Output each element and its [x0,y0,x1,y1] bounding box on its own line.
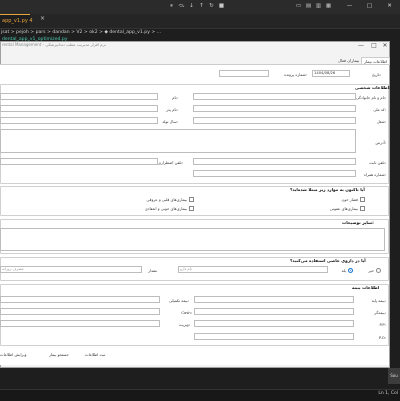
insurer-label: بیمه‌گر: [374,310,386,315]
step-into-icon[interactable]: ↓ [188,3,195,10]
conditions-title: آیا تاکنون به موارد زیر مبتلا شده‌اید؟ [290,187,365,192]
date-label: تاریخ: [372,72,381,77]
checkbox-infectious[interactable] [360,206,365,211]
file-number-label: شماره پرونده: [284,72,307,77]
landline-field[interactable] [193,158,356,165]
job-field[interactable] [193,117,356,124]
stop-icon[interactable]: ■ [218,3,225,10]
cardio-label: بیماری‌های قلبی و عروقی [146,197,187,202]
radio-no[interactable] [376,268,381,273]
tab-close-icon[interactable]: × [40,15,45,22]
address-label: آدرس: [375,140,387,145]
restart-icon[interactable]: ↻ [208,3,215,10]
radio-yes-label: بله [341,268,346,273]
checkbox-cardio[interactable] [189,197,194,202]
panel-icon[interactable]: ▤ [305,3,312,10]
primary-insurance-label: بیمه پایه: [371,298,386,303]
tab-active-patients[interactable]: بیماران فعال [336,57,361,64]
supplementary-insurance-label: بیمه تکمیلی: [169,298,189,303]
po-field[interactable] [194,333,354,340]
status-bar [0,389,400,401]
full-name-field[interactable] [193,93,356,100]
primary-insurance-field[interactable] [194,296,354,303]
national-id-label: کد ملی: [373,107,386,112]
layout-icon[interactable]: ▭ [295,3,302,10]
po-label: P.O: [378,335,386,340]
emergency-phone-label: تلفن اضطراری: [158,160,183,165]
medication-title: آیا در داروی خاصی استفاده می‌کنید؟ [290,258,366,263]
landline-label: تلفن ثابت: [369,160,386,165]
cursor-position[interactable]: Ln 1, Col [378,391,398,396]
pp-label: P.P: [379,322,386,327]
file-number-field[interactable] [219,70,269,77]
radio-no-label: خیر [368,268,374,273]
radio-yes[interactable] [348,268,353,273]
emergency-phone-field[interactable] [0,158,158,165]
mobile-field[interactable] [193,170,356,177]
insurer-field[interactable] [194,308,354,315]
first-name-field[interactable] [0,93,158,100]
pause-icon[interactable]: ⏸ [168,3,175,10]
sidebar-icon[interactable]: ▥ [315,3,322,10]
birth-year-field[interactable] [0,117,158,124]
personal-info-title: اطلاعات شخصی: [355,85,391,90]
address-field[interactable] [0,129,356,153]
father-name-field[interactable] [0,105,158,112]
drug-name-field[interactable]: نام دارو [178,266,328,273]
side-button[interactable]: Sou [388,368,400,384]
editor-tabbar [0,14,400,29]
close-icon[interactable]: ✕ [386,3,393,10]
step-out-icon[interactable]: ↑ [198,3,205,10]
date-field[interactable]: 1404/08/26 [312,70,350,77]
window-maximize-icon[interactable]: □ [369,42,379,49]
window-title: rental Management - نرم افزار مدیریت مطب… [2,42,106,47]
birth-year-label: سال تولد: [162,119,178,124]
edit-info-button[interactable]: ویرایش اطلاعات [0,352,26,357]
minimize-icon[interactable]: — [346,3,353,10]
dose-label: مقدار [148,268,157,273]
supplementary-insurance-field[interactable] [0,296,160,303]
checkbox-blood-pressure[interactable] [360,197,365,202]
other-notes-field[interactable] [0,228,385,251]
first-name-label: نام: [172,95,178,100]
step-icon[interactable]: ⤼ [178,3,185,10]
national-id-field[interactable] [193,105,356,112]
father-name-label: نام پدر: [166,107,178,112]
tab-active-file[interactable]: app_v1.py 4 [0,14,33,28]
window-close-icon[interactable]: ✕ [380,42,390,49]
blood-pressure-label: فشار خون [341,197,359,202]
visit-field[interactable] [0,320,160,327]
blood-disease-label: بیماری‌های خونی و انعقادی [144,206,187,211]
infectious-label: بیماری‌های عفونی [329,206,358,211]
save-button[interactable]: ثبت اطلاعات [85,352,105,357]
insurance-title: اطلاعات بیمه [352,285,380,290]
checkbox-blood-disease[interactable] [189,206,194,211]
maximize-icon[interactable]: □ [366,3,373,10]
dose-field[interactable]: مصرف روزانه [0,266,142,273]
cash-label: Cash: [181,310,192,315]
full-name-label: نام و نام خانوادگی: [356,95,387,100]
pp-field[interactable] [194,320,354,327]
cash-field[interactable] [0,308,160,315]
window-minimize-icon[interactable]: — [356,42,366,49]
mobile-label: شماره همراه: [363,172,386,177]
grid-icon[interactable]: ▦ [325,3,332,10]
other-notes-title: سایر توضیحات: [342,220,374,225]
search-patient-button[interactable]: جستجو بیمار [49,352,69,357]
job-label: شغل: [376,119,386,124]
visit-label: ویزیت: [178,322,190,327]
